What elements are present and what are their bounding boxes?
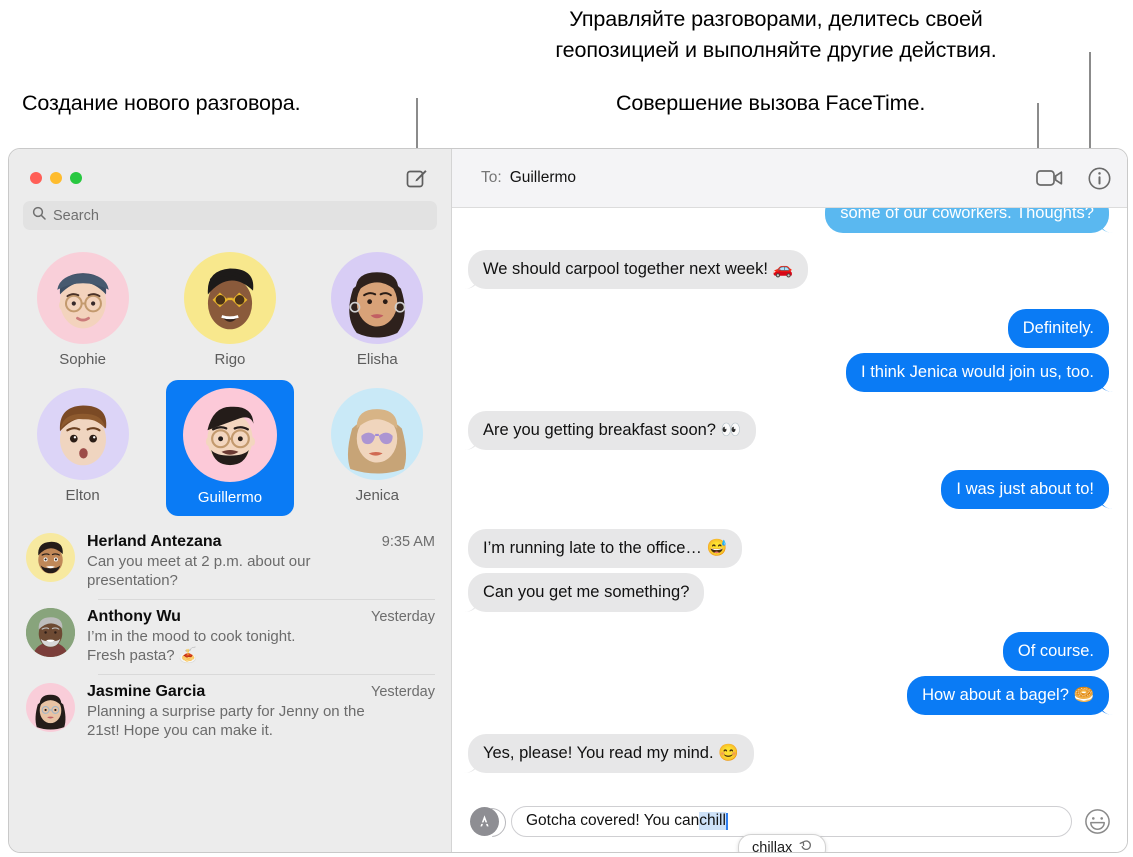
header-actions [1036,167,1111,190]
conversation-row-herland[interactable]: Herland Antezana 9:35 AM Can you meet at… [9,524,451,599]
avatar [26,533,75,582]
compose-icon[interactable] [405,167,429,191]
pinned-label: Jenica [355,487,399,504]
pinned-label: Rigo [214,351,246,368]
conversation-header: Herland Antezana 9:35 AM [87,533,435,551]
message-bubble-outgoing[interactable]: Definitely. [1007,309,1109,348]
pinned-item-guillermo[interactable]: Guillermo [165,380,294,516]
conversation-header-bar: To: Guillermo [452,149,1127,208]
conversation-name: Anthony Wu [87,608,181,625]
message-row: I was just about to! [468,470,1109,509]
message-input[interactable]: Gotcha covered! You can chill [511,805,1072,837]
conversation-header: Jasmine Garcia Yesterday [87,683,435,701]
maximize-button[interactable] [70,172,82,184]
message-bubble-outgoing[interactable]: How about a bagel? 🥯 [907,676,1109,715]
app-store-icon[interactable] [470,806,499,836]
conversation-row-jasmine[interactable]: Jasmine Garcia Yesterday Planning a surp… [9,674,451,749]
message-row: Are you getting breakfast soon? 👀 [468,411,1109,450]
input-text-before: Gotcha covered! You can [526,812,700,829]
sidebar: Search Sophie Rigo Elisha Elton Guillerm… [9,149,452,852]
message-row: Can you get me something? [468,573,1109,612]
conversation-preview: Planning a surprise party for Jenny on t… [87,703,365,739]
search-placeholder: Search [53,207,99,224]
message-bubble-incoming[interactable]: Can you get me something? [468,573,705,612]
message-bubble-incoming[interactable]: Are you getting breakfast soon? 👀 [468,411,757,450]
text-caret [725,812,728,830]
undo-arrow-icon[interactable] [799,839,812,852]
message-row: We should carpool together next week! 🚗 [468,250,1109,289]
message-bubble-outgoing[interactable]: I was just about to! [941,470,1109,509]
message-row: Definitely. [468,309,1109,348]
annotation-manage-conversations: Управляйте разговорами, делитесь своей г… [555,7,997,62]
conversation-row-anthony[interactable]: Anthony Wu Yesterday I’m in the mood to … [9,599,451,674]
conversation-list: Herland Antezana 9:35 AM Can you meet at… [9,520,451,852]
avatar [36,388,129,480]
message-bubble-incoming[interactable]: We should carpool together next week! 🚗 [468,250,809,289]
annotation-new-conversation: Создание нового разговора. [22,91,301,115]
conversation-preview: I’m in the mood to cook tonight. Fresh p… [87,628,296,664]
pinned-item-elton[interactable]: Elton [19,380,147,516]
conversation-time: Yesterday [371,684,435,700]
message-row: some of our coworkers. Thoughts? [468,208,1109,233]
pinned-item-rigo[interactable]: Rigo [166,244,294,378]
avatar [182,388,277,482]
conversation-time: 9:35 AM [381,534,435,550]
minimize-button[interactable] [50,172,62,184]
conversation-body: Herland Antezana 9:35 AM Can you meet at… [87,533,435,590]
window-controls [30,172,82,184]
search-icon [32,206,46,225]
to-label: To: [481,169,502,186]
message-row: I think Jenica would join us, too. [468,353,1109,392]
input-text-selected: chill [699,812,726,830]
avatar [183,252,276,344]
titlebar [9,149,451,201]
avatar [331,388,424,480]
message-row: I’m running late to the office… 😅 [468,529,1109,568]
message-row: Of course. [468,632,1109,671]
conversation-body: Anthony Wu Yesterday I’m in the mood to … [87,608,435,665]
annotation-facetime-call: Совершение вызова FaceTime. [616,91,926,115]
search-input[interactable]: Search [23,201,437,230]
smiley-face-icon[interactable] [1084,808,1111,835]
annotation-line-manage [1089,52,1091,162]
autocomplete-suggestion[interactable]: chillax [738,834,827,853]
message-thread[interactable]: some of our coworkers. Thoughts? We shou… [452,208,1127,790]
message-bubble-outgoing[interactable]: I think Jenica would join us, too. [846,353,1109,392]
pinned-label: Elton [65,487,100,504]
video-camera-icon[interactable] [1036,168,1064,188]
conversation-name: Jasmine Garcia [87,683,206,700]
search-container: Search [9,201,451,230]
avatar [26,608,75,657]
message-bubble-outgoing[interactable]: some of our coworkers. Thoughts? [825,208,1109,233]
conversation-name: Herland Antezana [87,533,222,550]
conversation-header: Anthony Wu Yesterday [87,608,435,626]
message-row: How about a bagel? 🥯 [468,676,1109,715]
pinned-item-elisha[interactable]: Elisha [313,244,441,378]
composer-bar: Gotcha covered! You can chill chillax [452,790,1127,852]
conversation-preview: Can you meet at 2 p.m. about our present… [87,553,311,589]
message-row: Yes, please! You read my mind. 😊 [468,734,1109,773]
pinned-item-sophie[interactable]: Sophie [19,244,147,378]
info-circle-icon[interactable] [1088,167,1111,190]
conversation-body: Jasmine Garcia Yesterday Planning a surp… [87,683,435,740]
avatar [331,252,424,344]
close-button[interactable] [30,172,42,184]
pinned-item-jenica[interactable]: Jenica [313,380,441,516]
message-panel: To: Guillermo some of our coworkers. Tho… [452,149,1127,852]
pinned-label: Guillermo [197,489,263,506]
message-bubble-outgoing[interactable]: Of course. [1002,632,1109,671]
avatar [26,683,75,732]
pinned-label: Elisha [356,351,398,368]
message-bubble-incoming[interactable]: Yes, please! You read my mind. 😊 [468,734,754,773]
recipient-name[interactable]: Guillermo [510,169,576,187]
suggestion-text: chillax [752,839,793,853]
conversation-time: Yesterday [371,609,435,625]
message-bubble-incoming[interactable]: I’m running late to the office… 😅 [468,529,743,568]
avatar [36,252,129,344]
pinned-label: Sophie [59,351,107,368]
pinned-conversations: Sophie Rigo Elisha Elton Guillermo Jenic… [9,230,451,520]
messages-window: Search Sophie Rigo Elisha Elton Guillerm… [8,148,1128,853]
